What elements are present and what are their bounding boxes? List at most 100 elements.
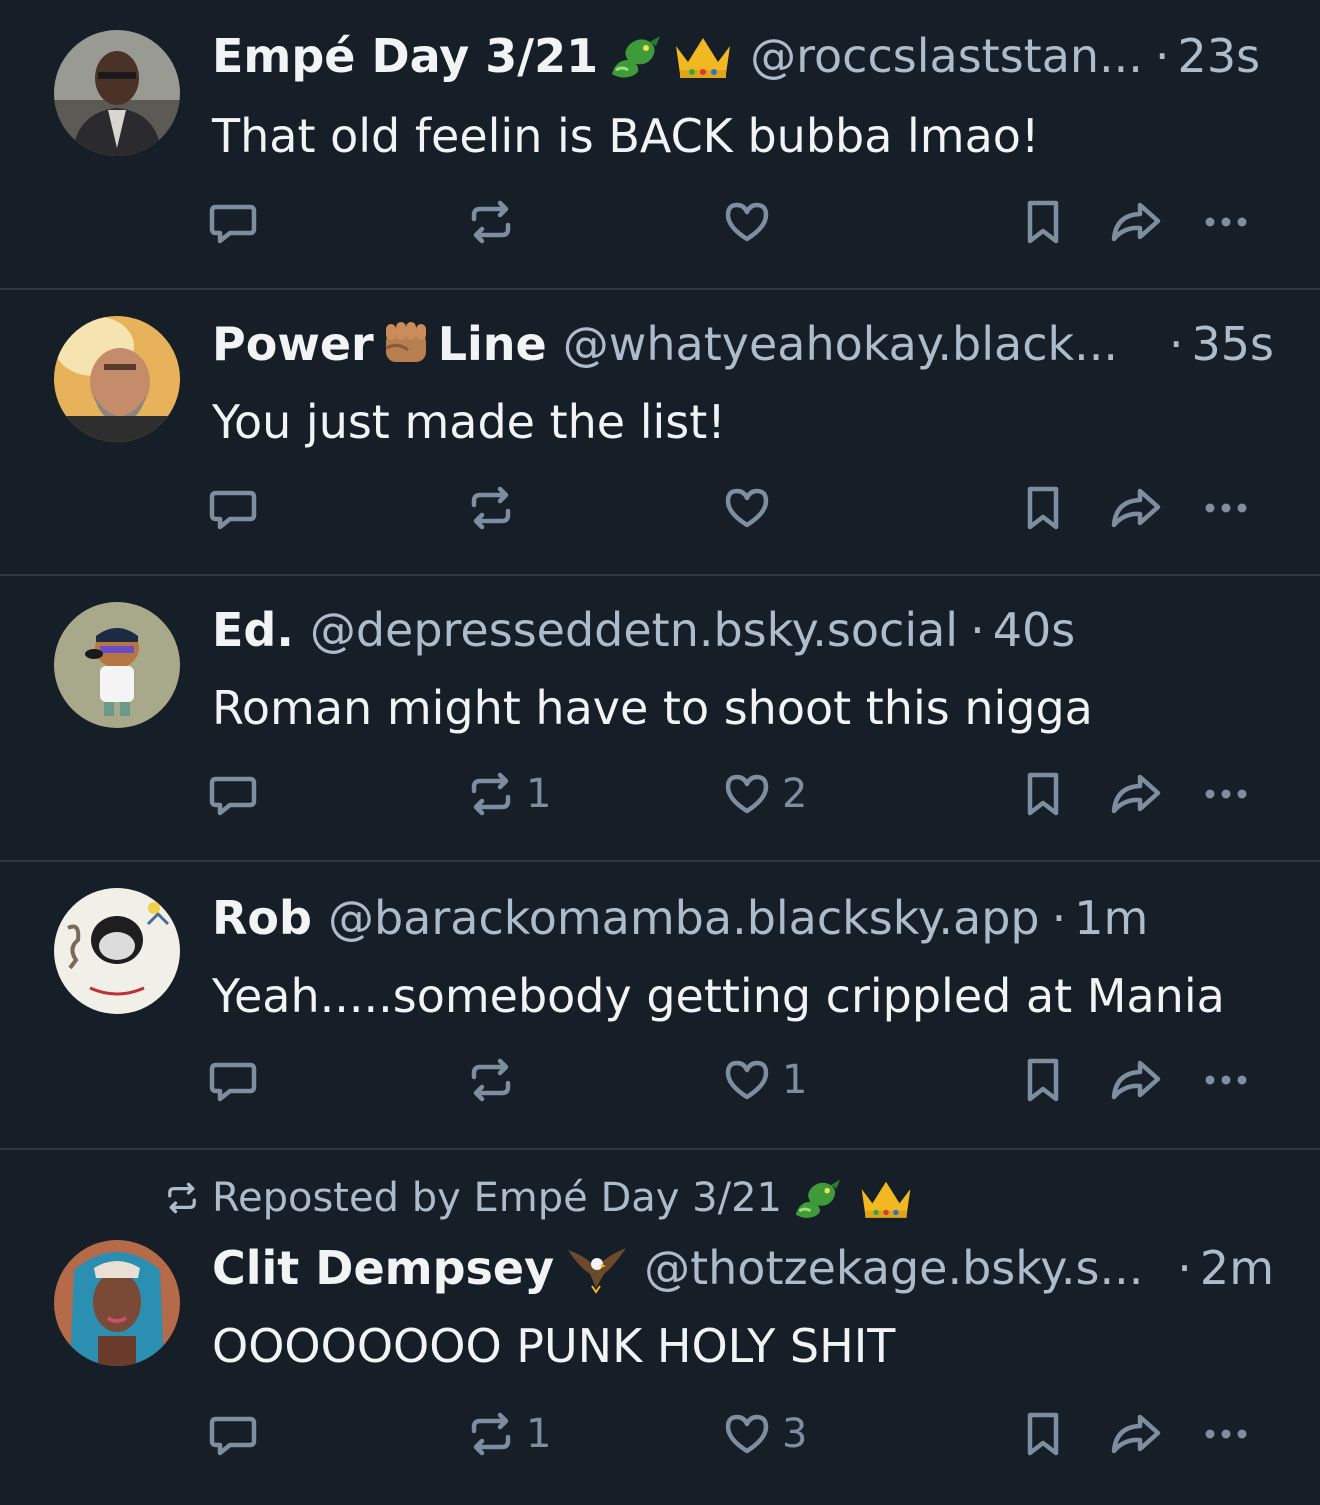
share-icon	[1111, 774, 1161, 814]
bookmark-button[interactable]	[1018, 478, 1068, 538]
more-options-button[interactable]	[1198, 192, 1254, 252]
more-options-button[interactable]	[1198, 764, 1254, 824]
feed-post[interactable]: Empé Day 3/21 @roccslaststan... · 23s Th…	[0, 0, 1320, 290]
like-count: 2	[782, 771, 808, 817]
bookmark-button[interactable]	[1018, 764, 1068, 824]
share-button[interactable]	[1108, 764, 1164, 824]
reply-button[interactable]	[208, 1050, 268, 1110]
avatar[interactable]	[54, 316, 180, 442]
avatar[interactable]	[54, 30, 180, 156]
crown-icon	[672, 32, 734, 80]
author-handle[interactable]: @barackomamba.blacksky.app	[328, 888, 1040, 948]
repost-icon	[168, 1182, 196, 1214]
repost-icon	[471, 1412, 511, 1456]
avatar-image	[54, 602, 180, 728]
avatar[interactable]	[54, 602, 180, 728]
like-button[interactable]: 3	[722, 1404, 807, 1464]
separator-dot: ·	[1154, 29, 1170, 83]
share-button[interactable]	[1108, 1404, 1164, 1464]
like-button[interactable]: 1	[722, 1050, 807, 1110]
bookmark-icon	[1027, 200, 1059, 244]
avatar-image	[54, 316, 180, 442]
repost-icon	[471, 200, 511, 244]
ellipsis-icon	[1205, 1429, 1247, 1439]
bookmark-button[interactable]	[1018, 192, 1068, 252]
author-handle[interactable]: @thotzekage.bsky.s...	[644, 1238, 1143, 1298]
more-options-button[interactable]	[1198, 1050, 1254, 1110]
author-handle[interactable]: @whatyeahokay.black...	[563, 314, 1118, 374]
bookmark-button[interactable]	[1018, 1050, 1068, 1110]
post-actions: 1	[208, 1050, 1278, 1110]
separator-dot: ·	[1051, 891, 1067, 945]
repost-button[interactable]	[466, 478, 526, 538]
bookmark-icon	[1027, 1412, 1059, 1456]
post-time[interactable]: 40s	[993, 600, 1076, 660]
bookmark-button[interactable]	[1018, 1404, 1068, 1464]
author-name[interactable]: Rob	[212, 888, 312, 948]
share-button[interactable]	[1108, 478, 1164, 538]
post-text: OOOOOOOO PUNK HOLY SHIT	[212, 1319, 896, 1373]
reply-button[interactable]	[208, 1404, 268, 1464]
share-icon	[1111, 1060, 1161, 1100]
post-actions: 1 2	[208, 764, 1278, 824]
reply-icon	[209, 776, 257, 816]
like-count: 1	[782, 1057, 808, 1103]
post-actions	[208, 478, 1278, 538]
repost-button[interactable]	[466, 192, 526, 252]
post-time[interactable]: 23s	[1178, 26, 1261, 86]
bookmark-icon	[1027, 1058, 1059, 1102]
share-icon	[1111, 1414, 1161, 1454]
author-handle[interactable]: @roccslaststan...	[750, 26, 1143, 86]
author-name-suffix[interactable]: Line	[438, 314, 547, 374]
reply-icon	[209, 490, 257, 530]
like-button[interactable]	[722, 478, 782, 538]
repost-button[interactable]	[466, 1050, 526, 1110]
post-text: That old feelin is BACK bubba lmao!	[212, 109, 1040, 163]
bookmark-icon	[1027, 486, 1059, 530]
feed-post[interactable]: Power Line @whatyeahokay.black... · 35s …	[0, 290, 1320, 576]
repost-icon	[471, 772, 511, 816]
author-name[interactable]: Clit Dempsey	[212, 1238, 554, 1298]
share-button[interactable]	[1108, 192, 1164, 252]
repost-count: 1	[526, 771, 552, 817]
raised-fist-icon	[378, 318, 434, 370]
eagle-icon	[566, 1242, 628, 1294]
like-button[interactable]	[722, 192, 782, 252]
author-name[interactable]: Power	[212, 314, 374, 374]
heart-icon	[725, 488, 769, 528]
reply-button[interactable]	[208, 478, 268, 538]
reposted-by-line[interactable]: Reposted by Empé Day 3/21	[164, 1170, 926, 1226]
repost-button[interactable]: 1	[466, 1404, 551, 1464]
more-options-button[interactable]	[1198, 478, 1254, 538]
reply-icon	[209, 1062, 257, 1102]
avatar[interactable]	[54, 888, 180, 1014]
like-button[interactable]: 2	[722, 764, 807, 824]
heart-icon	[725, 1414, 769, 1454]
share-button[interactable]	[1108, 1050, 1164, 1110]
dragon-icon	[790, 1174, 856, 1222]
post-time[interactable]: 1m	[1074, 888, 1148, 948]
feed-post[interactable]: Rob @barackomamba.blacksky.app · 1m Yeah…	[0, 862, 1320, 1150]
ellipsis-icon	[1205, 1075, 1247, 1085]
crown-icon	[858, 1176, 926, 1220]
feed-post[interactable]: Reposted by Empé Day 3/21 Clit Dempsey @…	[0, 1150, 1320, 1505]
author-name[interactable]: Empé Day 3/21	[212, 26, 598, 86]
repost-icon	[471, 1058, 511, 1102]
dragon-icon	[606, 30, 664, 82]
more-options-button[interactable]	[1198, 1404, 1254, 1464]
post-header: Power Line @whatyeahokay.black... · 35s	[212, 314, 1274, 374]
reposted-by-text: Reposted by Empé Day 3/21	[212, 1175, 782, 1221]
author-name[interactable]: Ed.	[212, 600, 294, 660]
reply-button[interactable]	[208, 764, 268, 824]
reply-button[interactable]	[208, 192, 268, 252]
bookmark-icon	[1027, 772, 1059, 816]
repost-button[interactable]: 1	[466, 764, 551, 824]
avatar-image	[54, 1240, 180, 1366]
post-time[interactable]: 35s	[1192, 314, 1275, 374]
author-handle[interactable]: @depresseddetn.bsky.social	[310, 600, 958, 660]
avatar[interactable]	[54, 1240, 180, 1366]
ellipsis-icon	[1205, 503, 1247, 513]
share-icon	[1111, 488, 1161, 528]
post-time[interactable]: 2m	[1200, 1238, 1274, 1298]
feed-post[interactable]: Ed. @depresseddetn.bsky.social · 40s Rom…	[0, 576, 1320, 862]
